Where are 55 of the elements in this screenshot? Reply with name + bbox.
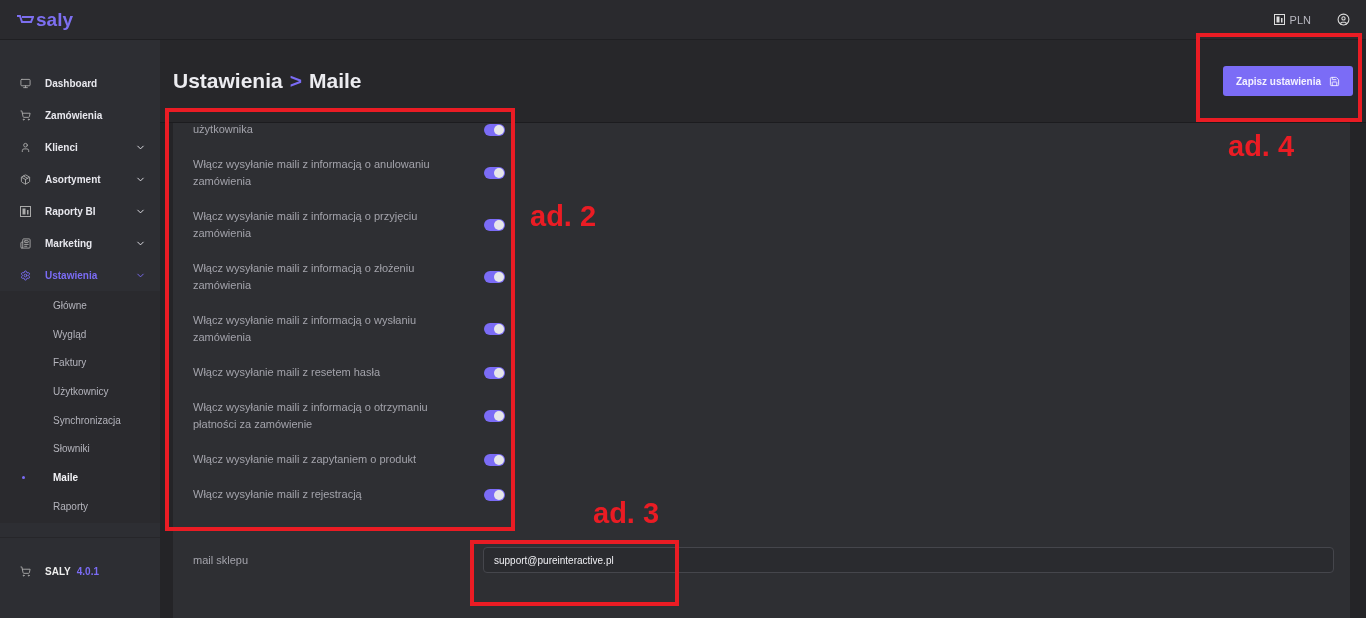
sidebar-item[interactable]: Asortyment	[0, 163, 160, 195]
sidebar-item[interactable]: Marketing	[0, 227, 160, 259]
chart-board-icon	[1273, 14, 1285, 25]
setting-label: Włącz wysyłanie maili z resetem hasła	[193, 365, 382, 380]
setting-label: Włącz wysyłanie maili z rejestracją	[193, 487, 363, 502]
app-name: SALY	[45, 565, 71, 577]
sidebar-item[interactable]: Klienci	[0, 131, 160, 163]
sidebar-item[interactable]: Raporty BI	[0, 195, 160, 227]
setting-label: Włącz wysyłanie maili z informacją o przyjęciu zamówienia	[193, 209, 419, 241]
toggle-switch[interactable]	[484, 123, 505, 136]
field-label: mail sklepu	[193, 554, 250, 566]
annotation-label: ad. 4	[1228, 130, 1295, 163]
save-settings-button[interactable]: Zapisz ustawienia	[1222, 66, 1353, 96]
setting-label: Włącz wysyłanie maili z informacją o otrzymaniu płatności za zamówienie	[193, 400, 429, 432]
cart-icon	[20, 109, 31, 121]
setting-label: Włącz wysyłanie maili z informacją o anulowaniu zamówienia	[193, 157, 431, 189]
annotation-label: ad. 3	[593, 497, 660, 530]
setting-label: Włącz wysyłanie maili z informacją o wysłaniu zamówienia	[193, 313, 418, 345]
save-icon	[1329, 75, 1340, 87]
box-icon	[20, 173, 31, 185]
monitor-icon	[20, 77, 31, 89]
sidebar-item[interactable]: Dashboard	[0, 67, 160, 99]
annotation-label: ad. 2	[530, 200, 597, 233]
user-icon	[20, 141, 31, 153]
chart-board-icon	[20, 205, 31, 217]
toggle-switch[interactable]	[484, 410, 505, 422]
sidebar-item[interactable]: Zamówienia	[0, 99, 160, 131]
page-title: Ustawienia > Maile	[173, 69, 362, 93]
settings-icon	[20, 269, 31, 281]
setting-label: użytkownika	[193, 123, 254, 137]
submenu-item[interactable]: Faktury	[0, 348, 160, 378]
currency-selector[interactable]: PLN	[1273, 13, 1311, 26]
cart-icon	[20, 565, 31, 577]
account-icon[interactable]	[1337, 13, 1350, 26]
logo[interactable]: saly	[16, 8, 73, 31]
cart-icon	[16, 13, 34, 26]
app-version: 4.0.1	[76, 565, 99, 577]
toggle-switch[interactable]	[484, 488, 505, 501]
submenu-item[interactable]: Wygląd	[0, 319, 160, 349]
submenu-item[interactable]: Raporty	[0, 491, 160, 521]
newspaper-icon	[20, 237, 31, 249]
toggle-switch[interactable]	[484, 167, 505, 179]
toggle-switch[interactable]	[484, 366, 505, 379]
toggle-switch[interactable]	[484, 271, 505, 283]
toggle-switch[interactable]	[484, 453, 505, 466]
toggle-switch[interactable]	[484, 219, 505, 231]
submenu-item[interactable]: Maile	[0, 463, 160, 492]
submenu-item[interactable]: Główne	[0, 291, 160, 320]
toggle-switch[interactable]	[484, 323, 505, 335]
shop-email-field[interactable]: support@pureinteractive.pl	[483, 547, 1334, 573]
submenu-item[interactable]: Synchronizacja	[0, 405, 160, 435]
submenu-item[interactable]: Użytkownicy	[0, 377, 160, 406]
setting-label: Włącz wysyłanie maili z informacją o złożeniu zamówienia	[193, 261, 416, 293]
submenu-item[interactable]: Słowniki	[0, 434, 160, 464]
setting-label: Włącz wysyłanie maili z zapytaniem o produkt	[193, 452, 418, 467]
